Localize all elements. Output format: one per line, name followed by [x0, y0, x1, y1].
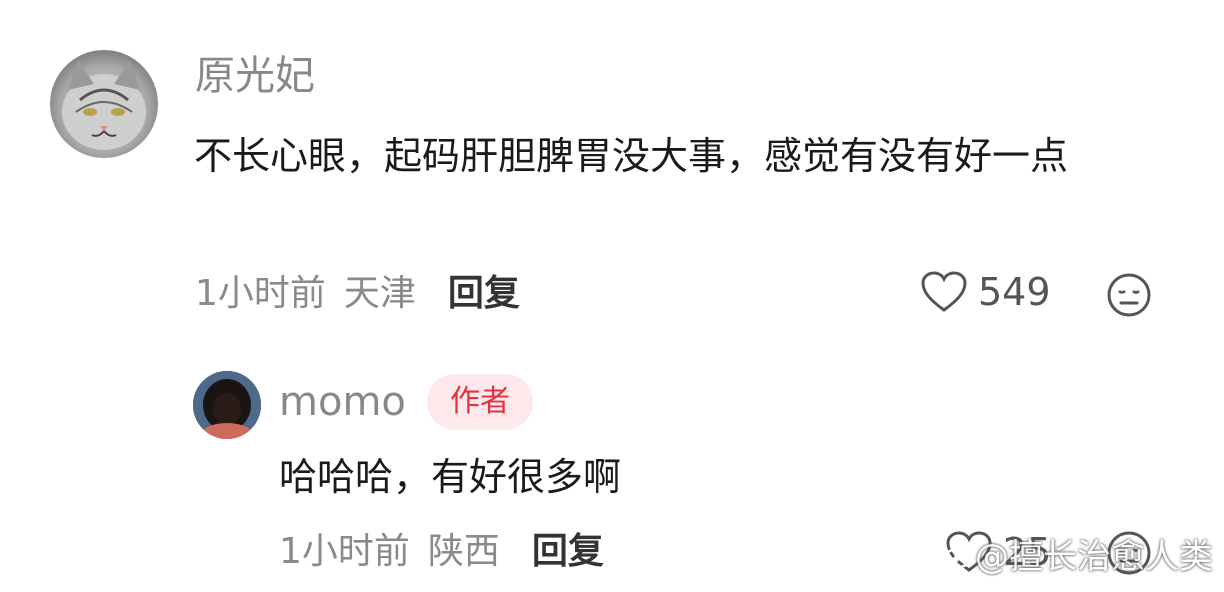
watermark: @擅长治愈人类: [975, 537, 1213, 577]
heart-icon: [921, 271, 967, 312]
dislike-emoji-button[interactable]: [1106, 272, 1152, 322]
reply-text: 哈哈哈，有好很多啊: [279, 455, 622, 499]
cat-avatar-icon: [62, 60, 146, 150]
person-avatar-icon: [193, 371, 261, 439]
comment-time: 1小时前: [195, 273, 326, 314]
comment-text: 不长心眼，起码肝胆脾胃没大事，感觉有没有好一点: [194, 134, 1069, 178]
reply-button[interactable]: 回复: [448, 273, 520, 314]
reply-time: 1小时前: [279, 531, 410, 572]
like-count: 549: [978, 270, 1051, 314]
avatar[interactable]: [50, 50, 158, 158]
weibo-logo-icon: [942, 538, 976, 576]
like-button[interactable]: 549: [920, 270, 1051, 314]
author-badge: 作者: [427, 374, 533, 430]
comment-location: 天津: [343, 273, 416, 314]
reply-to-reply-button[interactable]: 回复: [532, 531, 604, 572]
comment-meta: 1小时前 天津 回复: [195, 276, 520, 312]
reply-location: 陕西: [427, 531, 500, 572]
reply-username[interactable]: momo: [279, 382, 406, 422]
comment-username[interactable]: 原光妃: [195, 56, 315, 96]
reply-meta: 1小时前 陕西 回复: [279, 534, 604, 570]
comment-thread: 原光妃 不长心眼，起码肝胆脾胃没大事，感觉有没有好一点 1小时前 天津 回复 549…: [0, 0, 1224, 592]
meh-face-icon: [1107, 273, 1151, 317]
reply-avatar[interactable]: [193, 371, 261, 439]
